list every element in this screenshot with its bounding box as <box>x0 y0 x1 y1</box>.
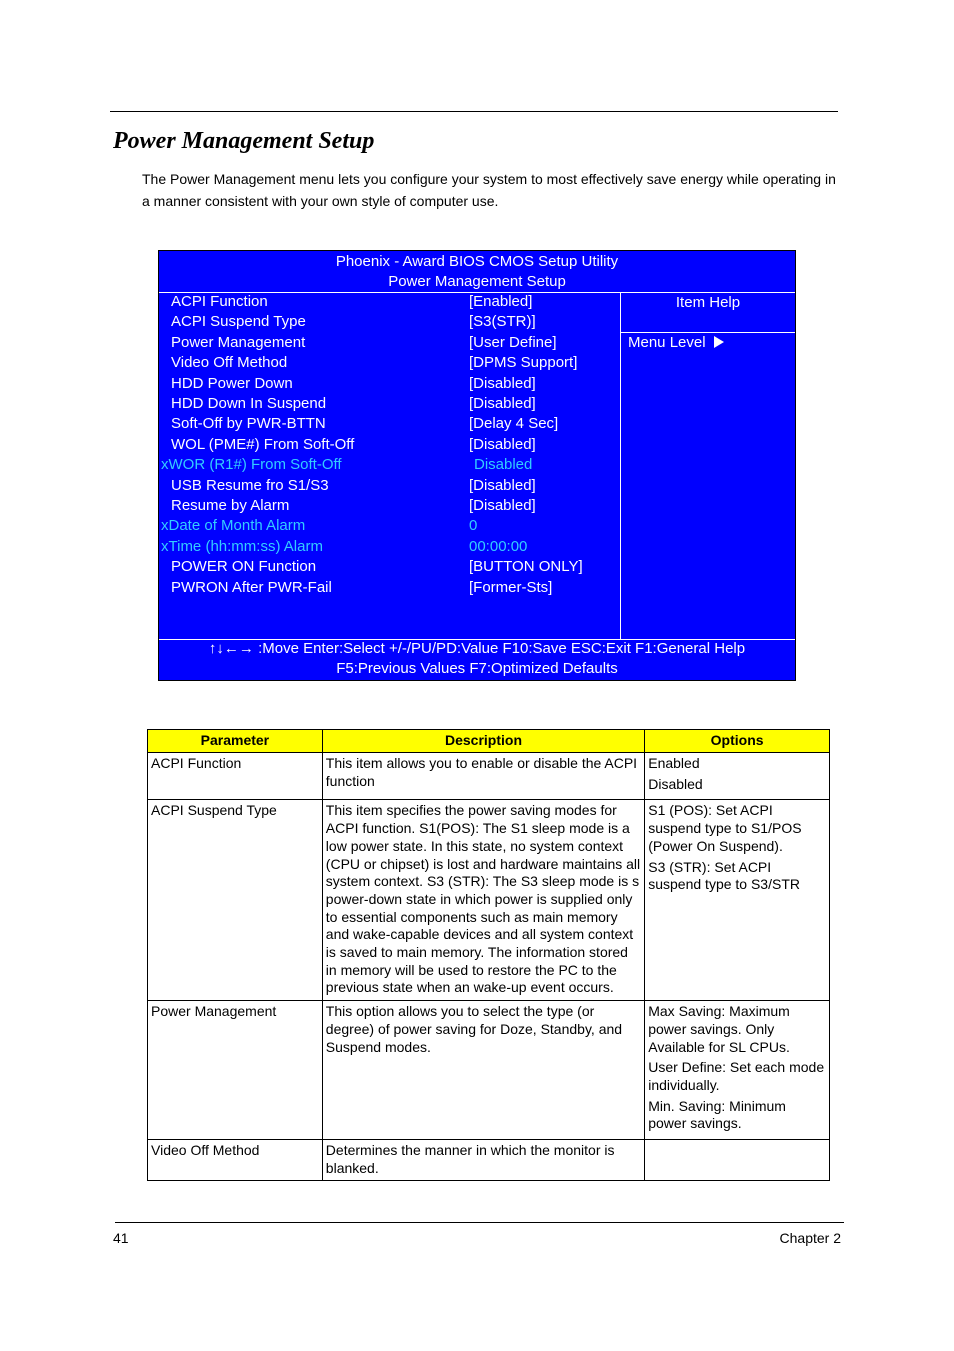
bios-item-label: Resume by Alarm <box>171 497 290 514</box>
bios-item-label: PWRON After PWR-Fail <box>171 578 332 596</box>
options-cell: Enabled Disabled <box>644 751 830 801</box>
triangle-right-icon <box>713 336 724 348</box>
page-title: Power Management Setup <box>113 128 375 154</box>
intro-paragraph: The Power Management menu lets you confi… <box>142 171 836 209</box>
table-row: ACPI Suspend Type This item specifies the… <box>147 799 830 1002</box>
bios-item-label: USB Resume fro S1/S3 <box>171 476 329 494</box>
table-row: ACPI Function This item allows you to ena… <box>147 751 830 801</box>
parameter-cell: Video Off Method <box>147 1139 323 1182</box>
table-header-row: Parameter Description Options <box>147 729 830 753</box>
bios-item-value[interactable]: [Former-Sts] <box>469 578 552 598</box>
manual-page: Power Management Setup The Power Managem… <box>0 0 954 1351</box>
bios-item-value[interactable]: [User Define] <box>469 333 557 353</box>
bios-item-label: WOL (PME#) From Soft-Off <box>171 435 355 453</box>
menu-level: Menu Level <box>628 333 724 353</box>
chapter-label: Chapter 2 <box>779 1230 841 1246</box>
bios-item-value: Disabled <box>474 456 533 474</box>
bios-item-row[interactable]: HDD Down In Suspend [Disabled] <box>159 394 619 414</box>
bios-footer-keys: ↑↓←→ :Move Enter:Select +/-/PU/PD:Value … <box>208 640 746 657</box>
bios-screen-title: Power Management Setup <box>388 273 566 290</box>
option-text: User Define: Set each mode individually. <box>648 1059 825 1093</box>
bios-item-value: 00:00:00 <box>469 537 528 555</box>
bios-item-label: ACPI Suspend Type <box>171 313 306 331</box>
top-divider <box>110 111 838 112</box>
bios-item-row[interactable]: PWRON After PWR-Fail [Former-Sts] <box>159 578 619 598</box>
bios-item-label: Power Management <box>171 333 306 351</box>
option-text: Disabled <box>648 775 703 792</box>
bios-item-label: xDate of Month Alarm <box>161 517 306 535</box>
bios-item-row[interactable]: Video Off Method [DPMS Support] <box>159 353 619 373</box>
bios-item-label: HDD Down In Suspend <box>171 395 327 412</box>
bios-item-label: xWOR (R1#) From Soft-Off <box>161 456 342 474</box>
parameter-table: Parameter Description Options ACPI Funct… <box>147 729 830 1182</box>
bios-help-divider <box>620 292 621 639</box>
bios-item-value[interactable]: [Disabled] <box>469 374 536 394</box>
table-row: Power Management This option allows you t… <box>147 1000 830 1141</box>
menu-level-label: Menu Level <box>628 334 706 351</box>
bios-item-row[interactable]: Resume by Alarm [Disabled] <box>159 496 619 516</box>
option-text: Enabled <box>648 755 700 771</box>
bios-item-value[interactable]: [Disabled] <box>469 435 536 455</box>
header-parameter: Parameter <box>147 729 323 753</box>
bios-item-row[interactable]: POWER ON Function [BUTTON ONLY] <box>159 557 619 577</box>
options-cell <box>644 1139 830 1182</box>
bios-item-row[interactable]: WOL (PME#) From Soft-Off [Disabled] <box>159 435 619 455</box>
parameter-cell: ACPI Function <box>147 751 323 801</box>
bios-item-value[interactable]: [Disabled] <box>469 394 536 414</box>
bios-item-value[interactable]: [Disabled] <box>469 476 536 496</box>
bios-item-label: Video Off Method <box>171 354 288 372</box>
parameter-cell: ACPI Suspend Type <box>147 799 323 1002</box>
description-cell: Determines the manner in which the monit… <box>321 1139 646 1182</box>
bios-item-row[interactable]: HDD Power Down [Disabled] <box>159 374 619 394</box>
header-description: Description <box>321 729 646 753</box>
options-cell: Max Saving: Maximum power savings. Only … <box>644 1000 830 1141</box>
bios-screen: Phoenix - Award BIOS CMOS Setup Utility … <box>158 250 796 681</box>
bios-item-label: xTime (hh:mm:ss) Alarm <box>161 537 323 555</box>
bios-item-value[interactable]: [S3(STR)] <box>469 312 536 332</box>
bios-item-row[interactable]: ACPI Suspend Type [S3(STR)] <box>159 312 619 332</box>
option-text: S3 (STR): Set ACPI suspend type to S3/ST… <box>648 858 800 893</box>
bios-item-value[interactable]: [Enabled] <box>469 292 532 312</box>
bios-item-value[interactable]: [Disabled] <box>469 496 536 516</box>
bios-item-row[interactable]: USB Resume fro S1/S3 [Disabled] <box>159 476 619 496</box>
bios-item-row[interactable]: Power Management [User Define] <box>159 333 619 353</box>
bios-utility-title: Phoenix - Award BIOS CMOS Setup Utility <box>335 253 619 270</box>
bios-item-value[interactable]: [Delay 4 Sec] <box>469 414 558 434</box>
description-cell: This item specifies the power saving mod… <box>321 799 646 1002</box>
bios-item-value: 0 <box>469 517 478 535</box>
bios-item-label: Soft-Off by PWR-BTTN <box>171 415 326 433</box>
bios-item-row: xDate of Month Alarm 0 <box>159 516 619 536</box>
bios-item-row[interactable]: Soft-Off by PWR-BTTN [Delay 4 Sec] <box>159 414 619 434</box>
bios-item-row: xTime (hh:mm:ss) Alarm 00:00:00 <box>159 537 619 557</box>
bottom-divider <box>115 1222 844 1223</box>
bios-item-value[interactable]: [DPMS Support] <box>469 353 577 373</box>
options-cell: S1 (POS): Set ACPI suspend type to S1/PO… <box>644 799 830 1002</box>
option-text: Max Saving: Maximum power savings. Only … <box>648 1003 790 1055</box>
description-cell: This item allows you to enable or disabl… <box>321 751 646 801</box>
parameter-cell: Power Management <box>147 1000 323 1141</box>
option-text: Min. Saving: Minimum power savings. <box>648 1097 786 1132</box>
table-row: Video Off Method Determines the manner in… <box>147 1139 830 1182</box>
bios-item-row: xWOR (R1#) From Soft-Off Disabled <box>159 455 619 475</box>
bios-footer-keys-2: F5:Previous Values F7:Optimized Defaults <box>336 660 618 677</box>
page-number: 41 <box>113 1230 129 1246</box>
bios-item-label: ACPI Function <box>171 293 268 310</box>
description-cell: This option allows you to select the typ… <box>321 1000 646 1141</box>
bios-item-label: POWER ON Function <box>171 558 317 576</box>
option-text: S1 (POS): Set ACPI suspend type to S1/PO… <box>648 802 802 854</box>
bios-item-label: HDD Power Down <box>171 374 293 392</box>
bios-item-value[interactable]: [BUTTON ONLY] <box>469 557 583 577</box>
bios-item-row[interactable]: ACPI Function [Enabled] <box>159 292 619 312</box>
header-options: Options <box>644 729 830 753</box>
item-help-title: Item Help <box>675 294 741 311</box>
